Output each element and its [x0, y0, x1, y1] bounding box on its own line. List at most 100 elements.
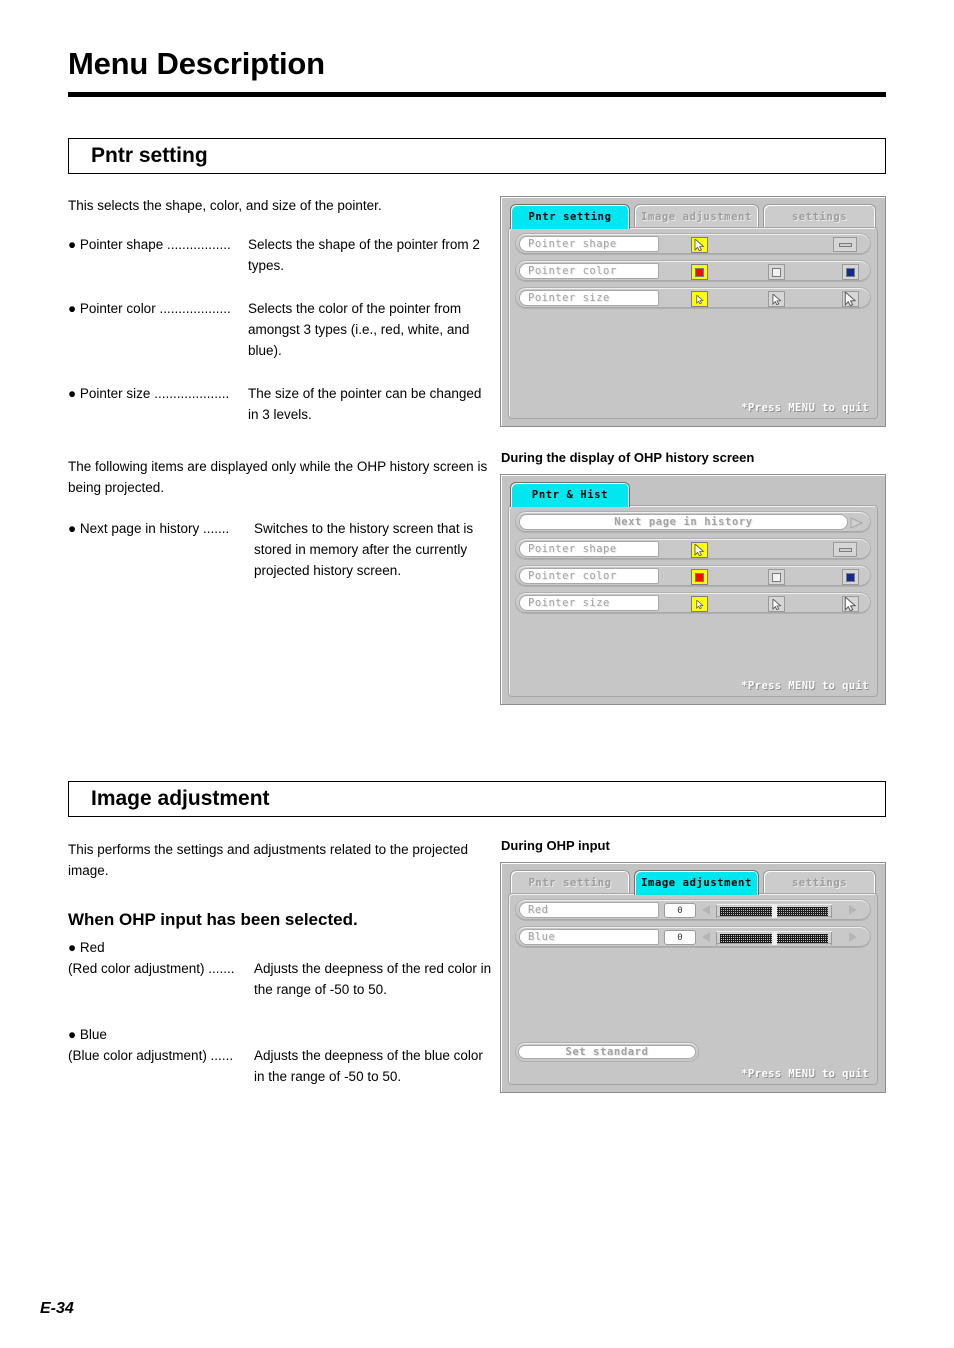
osd2-row-pointer-shape[interactable]: Pointer shape — [515, 538, 871, 560]
tab-settings[interactable]: settings — [763, 870, 876, 895]
pntr-definition-list: ● Pointer shape ................. Select… — [68, 234, 493, 442]
osd-screenshot-pntr-setting: Pntr setting Image adjustment settings P… — [500, 196, 886, 427]
pointer-shape-arrow-option[interactable] — [691, 237, 708, 253]
section-heading-image-adjustment: Image adjustment — [68, 781, 886, 817]
pointer-color-white-option[interactable] — [768, 264, 785, 280]
tab-label: Pntr setting — [528, 877, 612, 889]
blue-slider-knob[interactable] — [772, 932, 777, 945]
caption-ohp-input: During OHP input — [501, 838, 610, 853]
pointer-color-red-option[interactable] — [691, 569, 708, 585]
list-item-term: (Blue color adjustment) ...... — [68, 1048, 234, 1063]
image-adj-intro-text: This performs the settings and adjustmen… — [68, 842, 468, 878]
pointer-shape-bar-option[interactable] — [833, 237, 857, 252]
tab-pntr-setting[interactable]: Pntr setting — [510, 870, 630, 895]
tab-pntr-setting[interactable]: Pntr setting — [510, 204, 630, 229]
section-heading-label: Image adjustment — [91, 787, 270, 810]
caption-history-screen: During the display of OHP history screen — [501, 450, 755, 465]
tick-min — [716, 932, 717, 945]
increase-red-icon[interactable] — [849, 905, 857, 915]
red-bullet-label: ● Red — [68, 940, 105, 955]
list-item-term: ● Next page in history ....... — [68, 521, 230, 536]
row-label: Pointer color — [519, 263, 659, 279]
pointer-size-small-option[interactable] — [691, 596, 708, 612]
osd3-panel: Red 0 Blue 0 Set standard *Press MENU to… — [508, 893, 878, 1085]
next-page-label: Next page in history — [519, 514, 848, 530]
osd3-row-red[interactable]: Red 0 — [515, 899, 871, 921]
list-item-desc: Adjusts the deepness of the red color in… — [254, 961, 492, 997]
arrow-cursor-icon — [694, 239, 705, 251]
blue-value-box[interactable]: 0 — [664, 930, 696, 945]
list-item-desc: Adjusts the deepness of the blue color i… — [254, 1048, 483, 1084]
row-label: Pointer shape — [519, 236, 659, 252]
pointer-size-large-option[interactable] — [842, 291, 859, 307]
osd2-row-pointer-color[interactable]: Pointer color — [515, 565, 871, 587]
pntr-intro-text: This selects the shape, color, and size … — [68, 198, 382, 213]
list-item: ● Next page in history ....... Switches … — [68, 518, 493, 581]
red-definition-row: (Red color adjustment) ....... Adjusts t… — [68, 958, 493, 1000]
list-item: ● Pointer shape ................. Select… — [68, 234, 493, 276]
osd2-tab-row: Pntr & Hist — [510, 482, 876, 507]
tab-image-adjustment[interactable]: Image adjustment — [634, 870, 759, 895]
pointer-color-blue-option[interactable] — [842, 264, 859, 280]
red-value-box[interactable]: 0 — [664, 903, 696, 918]
osd1-row-pointer-size[interactable]: Pointer size — [515, 287, 871, 309]
pointer-color-red-option[interactable] — [691, 264, 708, 280]
pointer-size-large-option[interactable] — [842, 596, 859, 612]
bar-cursor-icon — [838, 547, 852, 552]
pointer-size-medium-option[interactable] — [768, 291, 785, 307]
tab-label: settings — [791, 211, 848, 223]
tab-label: Image adjustment — [641, 211, 752, 223]
arrow-cursor-large-icon — [844, 597, 857, 611]
decrease-blue-icon[interactable] — [702, 932, 710, 942]
arrow-cursor-small-icon — [695, 294, 704, 304]
section-heading-label: Pntr setting — [91, 144, 208, 167]
red-swatch-icon — [695, 267, 704, 277]
blue-bullet-label: ● Blue — [68, 1027, 107, 1042]
set-standard-label: Set standard — [518, 1045, 696, 1059]
pointer-shape-arrow-option[interactable] — [691, 542, 708, 558]
blue-definition-row: (Blue color adjustment) ...... Adjusts t… — [68, 1045, 493, 1087]
row-label: Pointer shape — [519, 541, 659, 557]
tick-max — [831, 905, 832, 918]
pointer-color-white-option[interactable] — [768, 569, 785, 585]
tick-min — [716, 905, 717, 918]
tab-label: settings — [791, 877, 848, 889]
red-slider-knob[interactable] — [772, 905, 777, 918]
white-swatch-icon — [772, 267, 781, 277]
arrow-cursor-medium-icon — [771, 598, 782, 610]
pointer-color-blue-option[interactable] — [842, 569, 859, 585]
white-swatch-icon — [772, 572, 781, 582]
bar-cursor-icon — [838, 242, 852, 247]
decrease-red-icon[interactable] — [702, 905, 710, 915]
pointer-size-medium-option[interactable] — [768, 596, 785, 612]
osd-screenshot-pntr-and-hist: Pntr & Hist Next page in history Pointer… — [500, 474, 886, 705]
list-item: (Red color adjustment) ....... Adjusts t… — [68, 958, 493, 1000]
tab-settings[interactable]: settings — [763, 204, 876, 229]
set-standard-button[interactable]: Set standard — [515, 1042, 699, 1062]
arrow-cursor-small-icon — [695, 599, 704, 609]
increase-blue-icon[interactable] — [849, 932, 857, 942]
osd3-footer-hint: *Press MENU to quit — [741, 1068, 869, 1080]
blue-swatch-icon — [846, 267, 855, 277]
pointer-size-small-option[interactable] — [691, 291, 708, 307]
osd2-next-page-button[interactable]: Next page in history — [515, 511, 871, 533]
osd2-footer-hint: *Press MENU to quit — [741, 680, 869, 692]
list-item-desc: Selects the shape of the pointer from 2 … — [248, 237, 480, 273]
tab-image-adjustment[interactable]: Image adjustment — [634, 204, 759, 229]
osd2-row-pointer-size[interactable]: Pointer size — [515, 592, 871, 614]
osd3-row-blue[interactable]: Blue 0 — [515, 926, 871, 948]
list-item-term: ● Pointer shape ................. — [68, 237, 231, 252]
osd3-tab-row: Pntr setting Image adjustment settings — [510, 870, 876, 895]
row-label: Pointer size — [519, 290, 659, 306]
arrow-cursor-large-icon — [844, 292, 857, 306]
row-label: Blue — [519, 929, 659, 945]
tab-pntr-and-hist[interactable]: Pntr & Hist — [510, 482, 630, 507]
pointer-shape-bar-option[interactable] — [833, 542, 857, 557]
arrow-cursor-medium-icon — [771, 293, 782, 305]
osd1-row-pointer-shape[interactable]: Pointer shape — [515, 233, 871, 255]
blue-slider-track[interactable] — [716, 931, 832, 945]
arrow-cursor-icon — [694, 544, 705, 556]
red-slider-track[interactable] — [716, 904, 832, 918]
osd1-row-pointer-color[interactable]: Pointer color — [515, 260, 871, 282]
pntr-note-text: The following items are displayed only w… — [68, 459, 488, 495]
